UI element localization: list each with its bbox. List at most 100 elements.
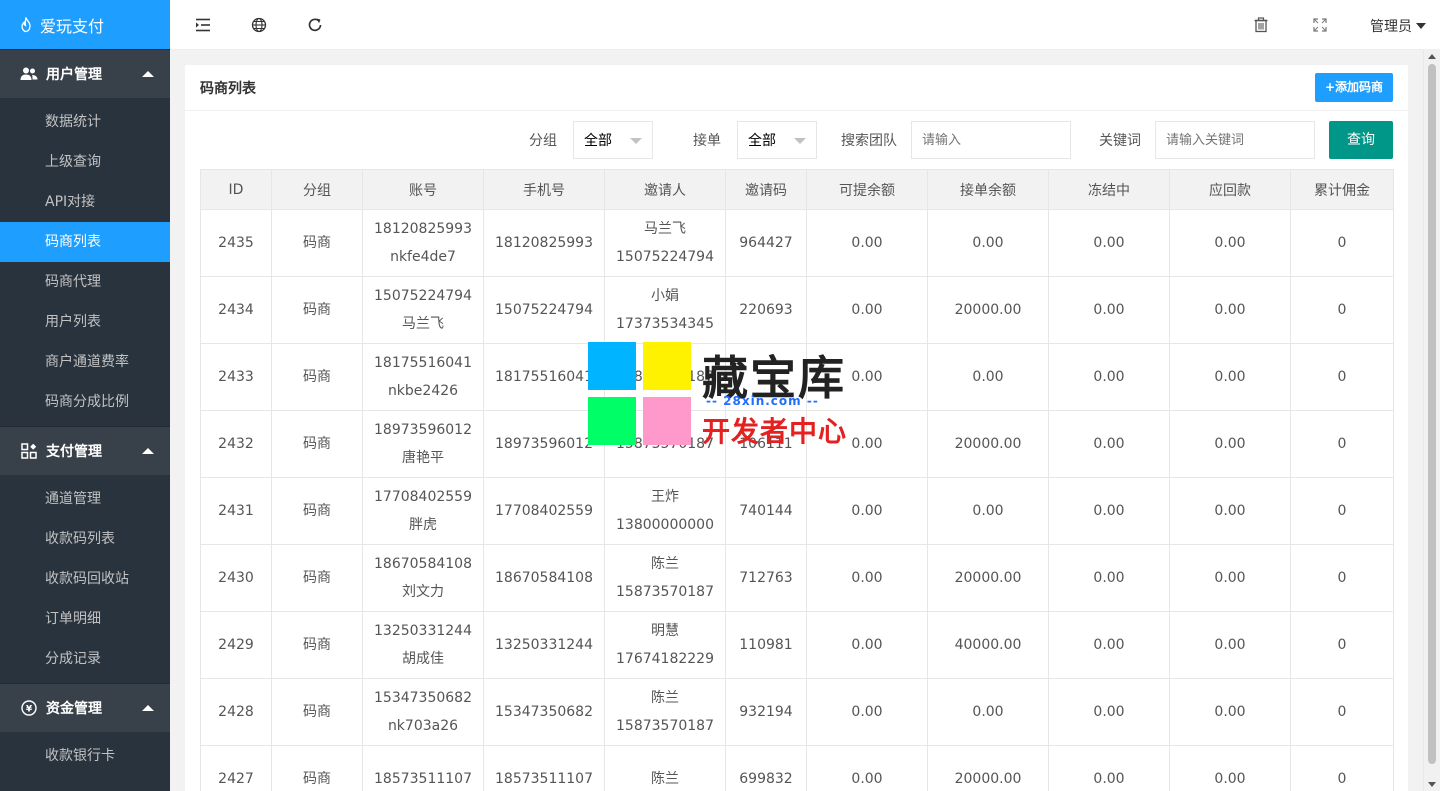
- sidebar-item-qrcode-recycle[interactable]: 收款码回收站: [0, 559, 170, 599]
- menu-items-funds: 收款银行卡: [0, 732, 170, 780]
- cell-account: 13250331244 胡成佳: [362, 611, 484, 679]
- page-scrollbar[interactable]: [1423, 50, 1440, 791]
- menu-fold-icon[interactable]: [194, 16, 212, 34]
- order-select[interactable]: 全部: [737, 121, 817, 159]
- cell-commission: 0: [1290, 745, 1394, 791]
- sidebar-item-merchant-list[interactable]: 码商列表: [0, 222, 170, 262]
- col-header: 邀请人: [604, 169, 726, 210]
- admin-menu[interactable]: 管理员: [1370, 16, 1426, 36]
- cell-phone: 15075224794: [483, 276, 605, 344]
- sidebar-item-bank-card[interactable]: 收款银行卡: [0, 736, 170, 776]
- cell-frozen: 0.00: [1048, 209, 1170, 277]
- inviter-name: 王炸: [651, 489, 679, 505]
- cell-phone: 18973596012: [483, 410, 605, 478]
- sidebar-item-order-detail[interactable]: 订单明细: [0, 599, 170, 639]
- admin-label: 管理员: [1370, 19, 1412, 35]
- col-header: 接单余额: [927, 169, 1049, 210]
- cell-phone: 17708402559: [483, 477, 605, 545]
- cell-payback: 0.00: [1169, 745, 1291, 791]
- cell-group: 码商: [271, 544, 363, 612]
- cell-order-balance: 20000.00: [927, 410, 1049, 478]
- cell-id: 2434: [200, 276, 272, 344]
- cell-invite-code: 740144: [725, 477, 807, 545]
- scroll-down-icon[interactable]: [1428, 782, 1436, 787]
- cell-commission: 0: [1290, 276, 1394, 344]
- account-number: 13250331244: [374, 623, 472, 639]
- query-button[interactable]: 查询: [1329, 121, 1393, 159]
- cell-withdrawable: 0.00: [806, 678, 928, 746]
- cell-inviter: 陈兰 15873570187: [604, 544, 726, 612]
- menu-group-label: 用户管理: [46, 67, 102, 83]
- inviter-phone: 17373534345: [616, 316, 714, 332]
- inviter-name: 陈兰: [651, 771, 679, 787]
- inviter-phone: 15873570187: [616, 718, 714, 734]
- cell-payback: 0.00: [1169, 410, 1291, 478]
- account-number: 18573511107: [374, 771, 472, 787]
- users-icon: [20, 65, 38, 83]
- cell-order-balance: 20000.00: [927, 745, 1049, 791]
- col-header: 账号: [362, 169, 484, 210]
- refresh-icon[interactable]: [306, 16, 324, 34]
- inviter-name: 陈兰: [651, 690, 679, 706]
- table-body: 2435 码商 18120825993 nkfe4de7 18120825993 马兰飞 1…: [200, 209, 1394, 791]
- sidebar-item-superior-query[interactable]: 上级查询: [0, 142, 170, 182]
- cell-withdrawable: 0.00: [806, 209, 928, 277]
- cell-group: 码商: [271, 276, 363, 344]
- cell-invite-code: 964427: [725, 209, 807, 277]
- cell-group: 码商: [271, 343, 363, 411]
- col-header: 手机号: [483, 169, 605, 210]
- globe-icon[interactable]: [250, 16, 268, 34]
- table-header-row: ID 分组 账号 手机号 邀请人 邀请码 可提余额 接单余额 冻结中 应回款 累…: [200, 169, 1394, 210]
- col-header: 应回款: [1169, 169, 1291, 210]
- keyword-input[interactable]: [1155, 121, 1315, 159]
- cell-inviter: 陈兰: [604, 745, 726, 791]
- menu-group-payment[interactable]: 支付管理: [0, 426, 170, 475]
- cell-id: 2431: [200, 477, 272, 545]
- account-number: 17708402559: [374, 489, 472, 505]
- cell-phone: 18120825993: [483, 209, 605, 277]
- cell-invite-code: 932194: [725, 678, 807, 746]
- watermark-sub: 开发者中心: [702, 415, 848, 448]
- cell-withdrawable: 0.00: [806, 544, 928, 612]
- inviter-phone: 15873570187: [616, 584, 714, 600]
- menu-items-user: 数据统计 上级查询 API对接 码商列表 码商代理 用户列表 商户通道费率 码商…: [0, 98, 170, 426]
- watermark-square: [643, 397, 691, 445]
- sidebar-item-qrcode-list[interactable]: 收款码列表: [0, 519, 170, 559]
- sidebar-item-stats[interactable]: 数据统计: [0, 102, 170, 142]
- watermark-square: [643, 342, 691, 390]
- col-header: 分组: [271, 169, 363, 210]
- cell-phone: 15347350682: [483, 678, 605, 746]
- menu-group-user[interactable]: 用户管理: [0, 49, 170, 98]
- keyword-label: 关键词: [1099, 133, 1141, 149]
- cell-order-balance: 20000.00: [927, 276, 1049, 344]
- sidebar-item-channel-manage[interactable]: 通道管理: [0, 479, 170, 519]
- cell-account: 18973596012 唐艳平: [362, 410, 484, 478]
- sidebar-item-commission-ratio[interactable]: 码商分成比例: [0, 382, 170, 422]
- cell-order-balance: 20000.00: [927, 544, 1049, 612]
- add-merchant-button[interactable]: +添加码商: [1314, 73, 1393, 102]
- cell-invite-code: 110981: [725, 611, 807, 679]
- cell-id: 2433: [200, 343, 272, 411]
- team-search-input[interactable]: [911, 121, 1071, 159]
- logo[interactable]: 爱玩支付: [0, 0, 170, 49]
- cell-frozen: 0.00: [1048, 544, 1170, 612]
- sidebar-item-api[interactable]: API对接: [0, 182, 170, 222]
- sidebar-item-channel-rate[interactable]: 商户通道费率: [0, 342, 170, 382]
- cell-account: 17708402559 胖虎: [362, 477, 484, 545]
- cell-order-balance: 40000.00: [927, 611, 1049, 679]
- scroll-thumb[interactable]: [1428, 64, 1436, 764]
- col-header: ID: [200, 169, 272, 210]
- cell-frozen: 0.00: [1048, 410, 1170, 478]
- sidebar-item-user-list[interactable]: 用户列表: [0, 302, 170, 342]
- trash-icon[interactable]: [1252, 16, 1270, 34]
- sidebar-item-commission-record[interactable]: 分成记录: [0, 639, 170, 679]
- cell-order-balance: 0.00: [927, 343, 1049, 411]
- scroll-up-icon[interactable]: [1428, 54, 1436, 59]
- cell-phone: 18175516041: [483, 343, 605, 411]
- sidebar-item-merchant-agent[interactable]: 码商代理: [0, 262, 170, 302]
- order-filter-label: 接单: [693, 133, 721, 149]
- fullscreen-icon[interactable]: [1311, 16, 1329, 34]
- group-select[interactable]: 全部: [573, 121, 653, 159]
- menu-group-funds[interactable]: ¥ 资金管理: [0, 683, 170, 732]
- inviter-phone: 13800000000: [616, 517, 714, 533]
